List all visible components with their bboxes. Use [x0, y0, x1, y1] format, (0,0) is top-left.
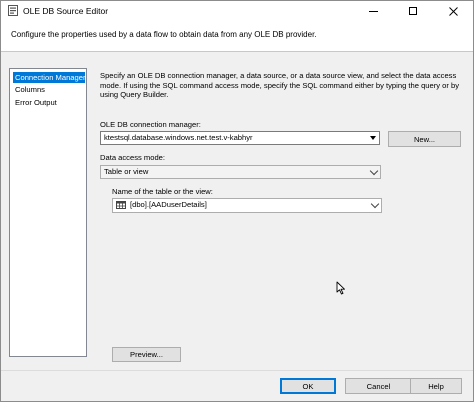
preview-button[interactable]: Preview... — [112, 347, 181, 362]
instructions-line-2: mode. If using the SQL command access mo… — [100, 80, 460, 90]
data-access-mode-dropdown[interactable]: Table or view — [100, 165, 381, 179]
nav-item-error-output[interactable]: Error Output — [13, 97, 85, 108]
ssis-app-icon — [8, 5, 18, 16]
minimize-icon — [368, 10, 378, 12]
new-connection-button[interactable]: New... — [388, 131, 461, 147]
page-navigation-list: Connection Manager Columns Error Output — [9, 68, 87, 357]
help-button[interactable]: Help — [410, 378, 462, 394]
table-icon — [116, 201, 126, 209]
dropdown-arrow-icon — [367, 132, 379, 144]
maximize-icon — [409, 7, 417, 15]
data-access-mode-label: Data access mode: — [100, 153, 165, 162]
cancel-button[interactable]: Cancel — [345, 378, 412, 394]
mouse-cursor-icon — [336, 281, 345, 295]
table-name-label: Name of the table or the view: — [112, 187, 213, 196]
window-title: OLE DB Source Editor — [23, 6, 109, 16]
minimize-button[interactable] — [353, 1, 393, 21]
nav-item-connection-manager[interactable]: Connection Manager — [13, 72, 86, 83]
instructions-line-3: using Query Builder. — [100, 90, 169, 99]
connection-instructions: Specify an OLE DB connection manager, a … — [100, 71, 472, 100]
data-access-mode-value: Table or view — [104, 167, 149, 176]
instructions-line-1: Specify an OLE DB connection manager, a … — [100, 71, 457, 80]
nav-item-columns[interactable]: Columns — [13, 84, 85, 95]
ok-button[interactable]: OK — [280, 378, 336, 394]
chevron-down-icon — [370, 199, 380, 208]
table-name-dropdown[interactable]: [dbo].[AADuserDetails] — [112, 198, 382, 213]
maximize-button[interactable] — [393, 1, 433, 21]
connection-manager-value: ktestsql.database.windows.net.test.v-kab… — [104, 133, 253, 142]
close-button[interactable] — [433, 1, 473, 21]
chevron-down-icon — [369, 166, 379, 175]
connection-manager-label: OLE DB connection manager: — [100, 120, 201, 129]
editor-description: Configure the properties used by a data … — [11, 30, 317, 39]
title-bar: OLE DB Source Editor — [1, 1, 473, 21]
close-icon — [448, 6, 458, 16]
table-name-value: [dbo].[AADuserDetails] — [130, 200, 207, 209]
connection-manager-dropdown[interactable]: ktestsql.database.windows.net.test.v-kab… — [100, 131, 380, 145]
ole-db-source-editor-window: OLE DB Source Editor Configure the prope… — [0, 0, 474, 402]
